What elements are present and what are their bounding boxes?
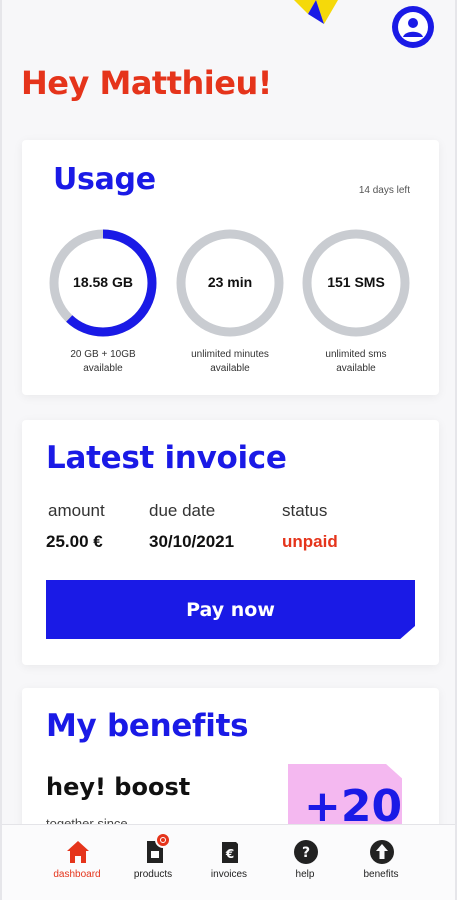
data-usage-gauge: 18.58 GB 20 GB + 10GB available	[48, 228, 158, 376]
user-avatar-icon	[398, 12, 428, 42]
notification-badge	[155, 832, 171, 848]
minutes-usage-value: 23 min	[207, 274, 253, 290]
sms-caption-line2: available	[336, 363, 376, 374]
data-caption-line1: 20 GB + 10GB	[70, 349, 136, 360]
bottom-navigation: dashboard products € invoices ? help ben…	[2, 824, 455, 900]
nav-label-dashboard: dashboard	[53, 869, 101, 880]
data-caption-line2: available	[83, 363, 123, 374]
nav-label-products: products	[133, 869, 173, 880]
benefits-icon	[370, 840, 394, 864]
data-usage-caption: 20 GB + 10GB available	[48, 348, 158, 376]
pay-now-button[interactable]: Pay now	[46, 580, 415, 639]
usage-title: Usage	[53, 162, 156, 197]
data-usage-value: 18.58 GB	[73, 274, 133, 290]
due-date-value: 30/10/2021	[149, 532, 235, 551]
nav-label-help: help	[295, 869, 315, 880]
sms-usage-caption: unlimited sms available	[301, 348, 411, 376]
nav-item-products[interactable]: products	[115, 825, 191, 900]
nav-item-help[interactable]: ? help	[267, 825, 343, 900]
amount-value: 25.00 €	[46, 532, 103, 551]
latest-invoice-card: Latest invoice amount due date status 25…	[22, 420, 439, 665]
help-icon: ?	[294, 840, 318, 864]
usage-card: Usage 14 days left 18.58 GB 20 GB + 10GB…	[22, 140, 439, 395]
svg-text:?: ?	[302, 845, 310, 861]
home-icon	[67, 841, 89, 863]
app-screen: Hey Matthieu! Usage 14 days left 18.58 G…	[0, 0, 457, 900]
nav-label-benefits: benefits	[363, 869, 399, 880]
nav-item-dashboard[interactable]: dashboard	[39, 825, 115, 900]
days-left-label: 14 days left	[358, 185, 410, 196]
sms-usage-value: 151 SMS	[327, 274, 385, 290]
sms-caption-line1: unlimited sms	[325, 349, 387, 360]
benefits-title: My benefits	[46, 708, 249, 744]
minutes-caption-line1: unlimited minutes	[191, 349, 269, 360]
svg-text:€: €	[225, 847, 234, 861]
decorative-logo-shape	[294, 0, 338, 24]
boost-title[interactable]: hey! boost	[46, 773, 190, 801]
nav-item-benefits[interactable]: benefits	[343, 825, 419, 900]
nav-item-invoices[interactable]: € invoices	[191, 825, 267, 900]
invoice-icon: €	[222, 842, 238, 863]
invoice-title: Latest invoice	[46, 440, 287, 476]
profile-button[interactable]	[392, 6, 434, 48]
minutes-usage-caption: unlimited minutes available	[175, 348, 285, 376]
status-value: unpaid	[282, 532, 338, 551]
sms-usage-gauge: 151 SMS unlimited sms available	[301, 228, 411, 376]
status-label: status	[282, 501, 328, 520]
minutes-usage-gauge: 23 min unlimited minutes available	[175, 228, 285, 376]
amount-label: amount	[48, 501, 105, 520]
nav-label-invoices: invoices	[210, 869, 248, 880]
minutes-caption-line2: available	[210, 363, 250, 374]
greeting-title: Hey Matthieu!	[21, 64, 272, 102]
due-date-label: due date	[149, 501, 216, 520]
